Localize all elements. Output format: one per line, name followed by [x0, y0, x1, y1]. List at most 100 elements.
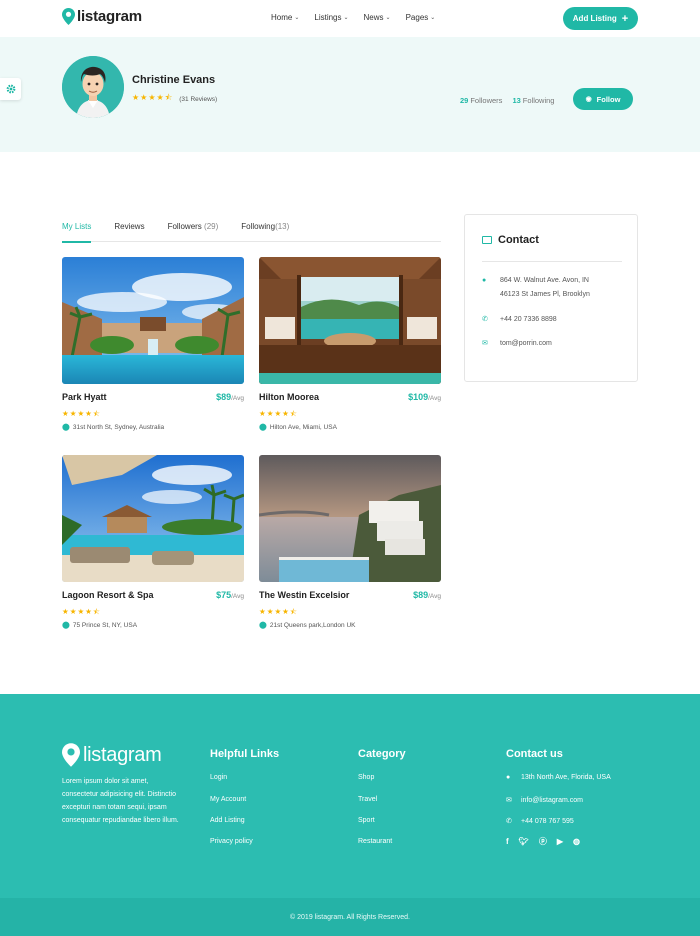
follow-button[interactable]: ◉ Follow	[573, 88, 633, 110]
chevron-down-icon: ⌄	[430, 15, 436, 21]
facebook-icon[interactable]: f	[506, 837, 509, 846]
contact-email-text[interactable]: tom@porrin.com	[500, 337, 552, 351]
followers-stat[interactable]: 29 Followers	[460, 96, 502, 105]
map-pin-icon	[62, 8, 75, 25]
footer-email-text[interactable]: info@listagram.com	[521, 797, 583, 804]
tab-reviews[interactable]: Reviews	[114, 221, 144, 242]
price-unit: /Avg	[428, 395, 441, 402]
listing-card[interactable]: Park Hyatt $89/Avg ★★★★⯪ ⬤ 31st North St,…	[62, 257, 244, 431]
listing-card[interactable]: Hilton Moorea $109/Avg ★★★★⯪ ⬤ Hilton Ave…	[259, 257, 441, 431]
listing-price: $89/Avg	[216, 392, 244, 402]
tab-count: (29)	[204, 222, 219, 231]
listing-stars: ★★★★⯪	[62, 409, 101, 418]
copyright-text: © 2019 listagram. All Rights Reserved.	[290, 913, 410, 921]
footer-address: ● 13th North Ave, Florida, USA	[506, 774, 611, 781]
footer-link-add-listing[interactable]: Add Listing	[210, 817, 245, 824]
copyright-bar: © 2019 listagram. All Rights Reserved.	[0, 898, 700, 936]
add-listing-label: Add Listing	[572, 14, 617, 23]
avatar-illustration	[62, 56, 124, 118]
contact-us-title: Contact us	[506, 748, 563, 760]
tab-my-lists[interactable]: My Lists	[62, 221, 92, 243]
footer-link-my-account[interactable]: My Account	[210, 796, 246, 803]
price-unit: /Avg	[428, 593, 441, 600]
tab-count: (13)	[275, 222, 290, 231]
listing-stars: ★★★★⯪	[62, 607, 101, 616]
tab-following[interactable]: Following(13)	[241, 221, 289, 242]
listing-price: $75/Avg	[216, 590, 244, 600]
eye-icon: ◉	[585, 96, 592, 103]
map-pin-icon: ⬤	[259, 622, 267, 629]
listing-photo[interactable]	[259, 455, 441, 582]
contact-address-text: 864 W. Walnut Ave. Avon, IN 46123 St Jame…	[500, 274, 590, 302]
chevron-down-icon: ⌄	[294, 15, 300, 21]
add-listing-button[interactable]: Add Listing +	[563, 7, 638, 30]
footer-category-travel[interactable]: Travel	[358, 796, 377, 803]
follow-stats: 29 Followers 13 Following	[460, 96, 564, 105]
listing-address: ⬤ Hilton Ave, Miami, USA	[259, 423, 337, 432]
twitter-icon[interactable]: 🐦︎	[519, 837, 529, 846]
followers-label: Followers	[470, 96, 503, 105]
listing-card[interactable]: The Westin Excelsior $89/Avg ★★★★⯪ ⬤ 21st…	[259, 455, 441, 629]
envelope-icon: ✉	[506, 797, 512, 804]
following-stat[interactable]: 13 Following	[512, 96, 554, 105]
address-text: 75 Prince St, NY, USA	[72, 621, 138, 629]
footer-category-sport[interactable]: Sport	[358, 817, 375, 824]
listing-photo[interactable]	[259, 257, 441, 384]
phone-icon: ✆	[506, 818, 512, 825]
listing-title[interactable]: The Westin Excelsior	[259, 590, 349, 600]
bungalow-interior-image	[259, 257, 441, 384]
profile-name: Christine Evans	[132, 74, 216, 86]
nav-pages[interactable]: Pages ⌄	[406, 13, 436, 22]
logo-text: listagram	[77, 8, 142, 25]
listing-title[interactable]: Hilton Moorea	[259, 392, 319, 402]
listing-address: ⬤ 31st North St, Sydney, Australia	[62, 423, 164, 432]
phone-icon: ✆	[482, 316, 488, 323]
price-unit: /Avg	[231, 593, 244, 600]
listing-title[interactable]: Lagoon Resort & Spa	[62, 590, 154, 600]
nav-news[interactable]: News ⌄	[364, 13, 391, 22]
follow-label: Follow	[596, 94, 621, 104]
contact-phone-text[interactable]: +44 20 7336 8898	[500, 313, 557, 327]
footer-logo-text: listagram	[83, 743, 162, 766]
dribbble-icon[interactable]: ◍	[573, 837, 580, 846]
listing-photo[interactable]	[62, 257, 244, 384]
footer-link-privacy[interactable]: Privacy policy	[210, 838, 253, 845]
tab-followers[interactable]: Followers (29)	[168, 221, 219, 242]
chevron-down-icon: ⌄	[343, 15, 349, 21]
contact-title: Contact	[498, 234, 539, 246]
followers-count: 29	[460, 96, 469, 105]
nav-home[interactable]: Home ⌄	[271, 13, 299, 22]
tab-label: My Lists	[62, 222, 92, 231]
contact-phone: ✆ +44 20 7336 8898	[482, 313, 557, 327]
youtube-icon[interactable]: ▶	[557, 837, 563, 846]
footer-category-shop[interactable]: Shop	[358, 774, 374, 781]
listing-price: $109/Avg	[408, 392, 441, 402]
nav-listings[interactable]: Listings ⌄	[314, 13, 348, 22]
footer-email: ✉ info@listagram.com	[506, 796, 583, 805]
category-title: Category	[358, 748, 406, 760]
footer-phone-text[interactable]: +44 078 767 595	[521, 818, 574, 825]
pinterest-icon[interactable]: ⓟ	[539, 836, 547, 847]
listing-photo[interactable]	[62, 455, 244, 582]
review-count[interactable]: (31 Reviews)	[179, 96, 217, 103]
map-pin-icon: ⬤	[62, 424, 70, 431]
listing-title[interactable]: Park Hyatt	[62, 392, 107, 402]
footer-logo[interactable]: listagram	[62, 743, 162, 767]
contact-card: Contact ● 864 W. Walnut Ave. Avon, IN 461…	[464, 214, 638, 382]
footer-about: Lorem ipsum dolor sit amet, consectetur …	[62, 778, 179, 824]
profile-tabs: My Lists Reviews Followers (29) Followin…	[62, 221, 441, 243]
contact-header: Contact	[482, 234, 539, 246]
footer-category-restaurant[interactable]: Restaurant	[358, 838, 392, 845]
nav-pages-label: Pages	[405, 13, 429, 22]
tab-label: Reviews	[114, 222, 145, 231]
logo[interactable]: listagram	[62, 8, 142, 25]
price-value: $89	[413, 590, 429, 600]
footer-link-login[interactable]: Login	[210, 774, 227, 781]
contact-address: ● 864 W. Walnut Ave. Avon, IN 46123 St Ja…	[482, 274, 590, 302]
address-line-2: 46123 St James Pl, Brooklyn	[500, 291, 590, 298]
listing-card[interactable]: Lagoon Resort & Spa $75/Avg ★★★★⯪ ⬤ 75 Pr…	[62, 455, 244, 629]
helpful-links-title: Helpful Links	[210, 748, 280, 760]
nav-home-label: Home	[271, 13, 293, 22]
listing-price: $89/Avg	[413, 590, 441, 600]
settings-toggle[interactable]	[0, 78, 21, 100]
